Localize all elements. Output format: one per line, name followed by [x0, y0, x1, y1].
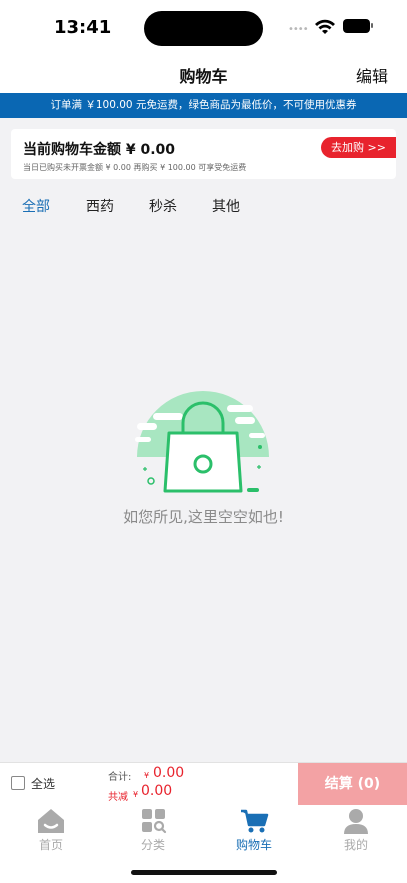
cart-icon: [241, 809, 269, 833]
page-title: 购物车: [179, 67, 228, 86]
nav-cart-label: 购物车: [235, 838, 272, 852]
nav-home-label: 首页: [38, 838, 63, 852]
nav-category[interactable]: 分类: [118, 805, 188, 855]
profile-icon: [344, 809, 368, 834]
dynamic-island: [144, 11, 263, 46]
nav-category-label: 分类: [140, 838, 165, 852]
discount-value: 0.00: [141, 783, 173, 799]
cart-amount-text: 当前购物车金额 ¥ 0.00: [23, 142, 176, 158]
nav-cart[interactable]: 购物车: [219, 805, 289, 855]
cart-amount-card: 当前购物车金额 ¥ 0.00 当日已购买未开票金额 ¥ 0.00 再购买 ¥ 1…: [11, 129, 396, 179]
free-shipping-notice: 订单满 ￥100.00 元免运费，绿色商品为最低价，不可使用优惠券: [0, 93, 407, 118]
cart-action-bar: 全选 合计: ¥ 0.00 共减 ¥ 0.00 结算 (0): [0, 762, 407, 805]
checkout-button[interactable]: 结算 (0): [298, 763, 407, 805]
select-all-checkbox[interactable]: [11, 776, 25, 790]
tab-other[interactable]: 其他: [212, 196, 240, 216]
tab-all[interactable]: 全部: [22, 196, 50, 216]
edit-button[interactable]: 编辑: [356, 63, 388, 87]
nav-profile-label: 我的: [343, 838, 368, 852]
cart-amount-subtext: 当日已购买未开票金额 ¥ 0.00 再购买 ¥ 100.00 可享受免运费: [23, 163, 247, 172]
discount-currency: ¥: [133, 790, 139, 799]
cellular-signal-icon: ••••: [288, 24, 309, 35]
tab-western-medicine[interactable]: 西药: [86, 196, 114, 216]
home-icon: [38, 809, 64, 833]
nav-bar: 购物车 编辑: [0, 55, 407, 93]
category-tabs: 全部 西药 秒杀 其他: [0, 190, 407, 222]
discount-label: 共减: [108, 792, 128, 803]
nav-home[interactable]: 首页: [16, 805, 86, 855]
category-icon: [142, 809, 167, 834]
empty-bag-illustration: [135, 391, 269, 493]
total-label: 合计:: [108, 772, 132, 783]
status-bar: 13:41 ••••: [0, 0, 407, 55]
total-currency: ¥: [144, 771, 150, 780]
battery-icon: [343, 19, 373, 33]
tab-flash-sale[interactable]: 秒杀: [149, 196, 177, 216]
wifi-icon: [315, 19, 335, 34]
empty-state-message: 如您所见,这里空空如也!: [123, 508, 284, 526]
total-value: 0.00: [153, 765, 185, 781]
nav-profile[interactable]: 我的: [321, 805, 391, 855]
go-add-button[interactable]: 去加购 >>: [321, 137, 396, 158]
home-indicator: [131, 870, 277, 875]
status-time: 13:41: [54, 17, 112, 38]
select-all-label[interactable]: 全选: [31, 775, 55, 792]
